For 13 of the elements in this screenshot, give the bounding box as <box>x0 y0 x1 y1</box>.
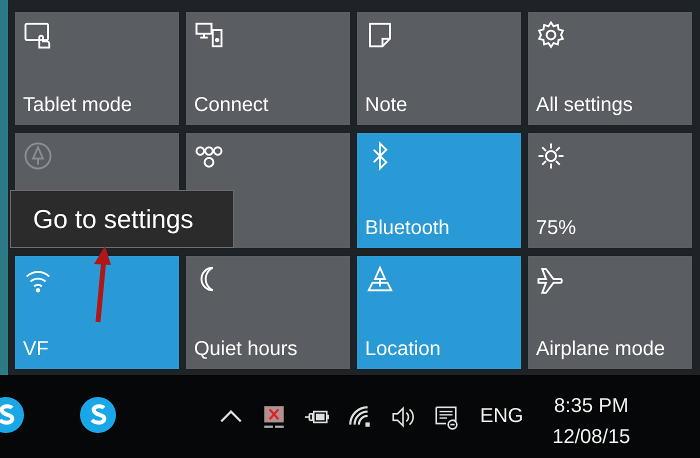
tile-label: Connect <box>194 94 270 117</box>
clock-time: 8:35 PM <box>554 394 629 418</box>
tile-label: 75% <box>536 217 578 240</box>
tile-label: Quiet hours <box>194 338 298 361</box>
tile-label: All settings <box>536 94 634 117</box>
tile-label: Note <box>365 94 408 117</box>
tile-label: Bluetooth <box>365 217 451 240</box>
clock-date: 12/08/15 <box>552 426 630 448</box>
tooltip: Go to settings <box>10 190 234 248</box>
tile-label: Tablet mode <box>23 94 133 117</box>
tile-label: Airplane mode <box>536 338 666 361</box>
tile-label: Location <box>365 338 442 361</box>
tile-label: VF <box>23 338 50 361</box>
